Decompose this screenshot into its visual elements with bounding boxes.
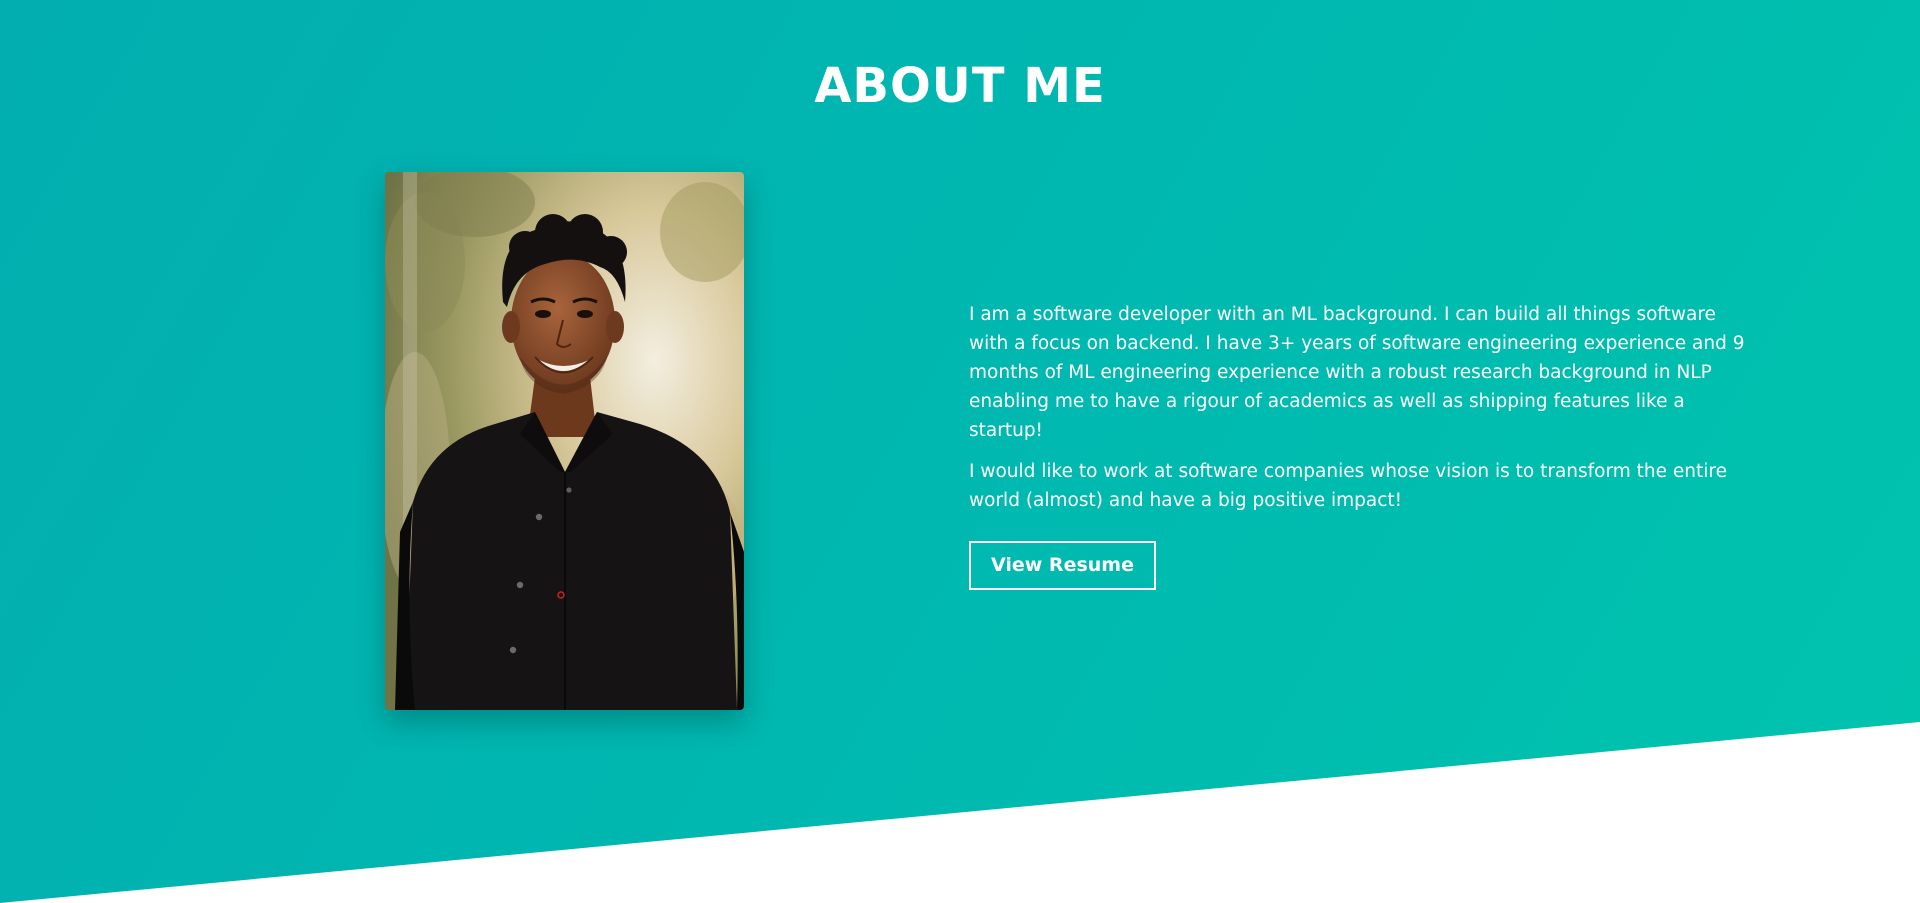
about-paragraph-2: I would like to work at software compani… [969,461,1728,511]
view-resume-button[interactable]: View Resume [969,541,1156,590]
profile-photo [385,172,744,710]
section-title: ABOUT ME [814,58,1106,114]
about-text: I am a software developer with an ML bac… [969,300,1749,590]
about-paragraph-1: I am a software developer with an ML bac… [969,304,1745,441]
